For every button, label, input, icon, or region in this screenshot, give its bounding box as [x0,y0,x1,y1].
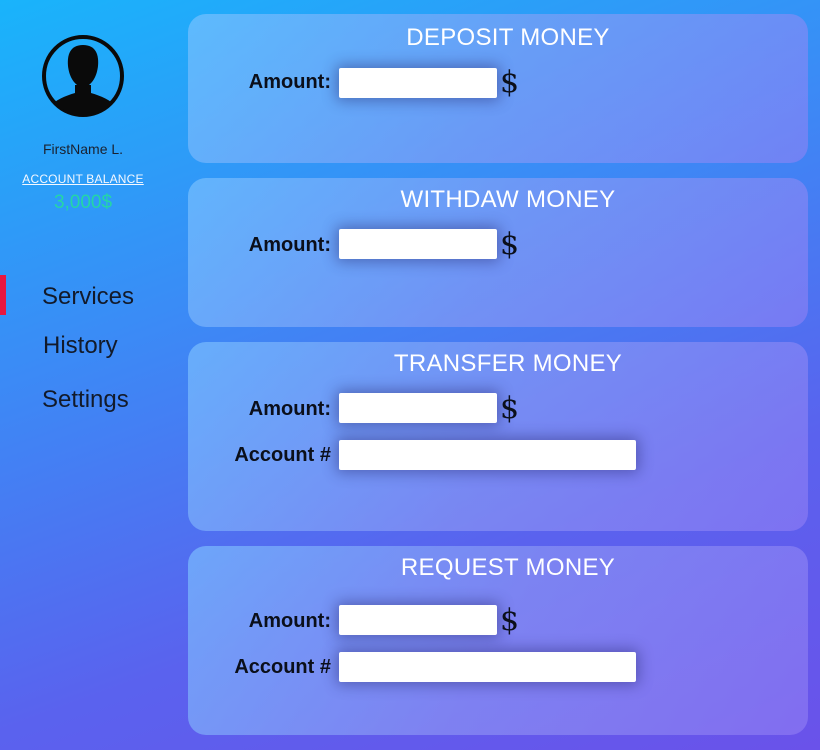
request-account-label: Account # [234,656,331,678]
deposit-amount-input[interactable] [339,68,497,98]
dollar-icon: $ [500,227,520,262]
account-balance-link[interactable]: ACCOUNT BALANCE [0,172,166,186]
transfer-title: TRANSFER MONEY [393,350,623,377]
transfer-account-input[interactable] [339,440,636,470]
withdraw-title: WITHDAW MONEY [400,186,616,213]
dollar-icon: $ [500,391,520,426]
account-balance-value: 3,000$ [53,192,113,213]
request-account-input[interactable] [339,652,636,682]
user-name: FirstName L. [42,141,124,157]
nav-active-indicator [0,275,6,315]
transfer-amount-input[interactable] [339,393,497,423]
request-title: REQUEST MONEY [400,554,616,581]
withdraw-amount-input[interactable] [339,229,497,259]
request-card: REQUEST MONEY Amount: $ Account # [188,546,808,735]
withdraw-amount-label: Amount: [248,234,331,256]
sidebar: FirstName L. ACCOUNT BALANCE 3,000$ Serv… [0,0,175,750]
transfer-account-label: Account # [234,444,331,466]
request-amount-input[interactable] [339,605,497,635]
deposit-title: DEPOSIT MONEY [406,24,610,51]
nav-item-history[interactable]: History [43,332,118,360]
nav-item-services[interactable]: Services [42,283,134,311]
request-amount-label: Amount: [248,610,331,632]
deposit-card: DEPOSIT MONEY Amount: $ [188,14,808,163]
deposit-amount-label: Amount: [248,71,331,93]
nav-item-settings[interactable]: Settings [42,386,129,414]
dollar-icon: $ [500,65,520,100]
transfer-amount-label: Amount: [248,398,331,420]
transfer-card: TRANSFER MONEY Amount: $ Account # [188,342,808,531]
dollar-icon: $ [500,603,520,638]
withdraw-card: WITHDAW MONEY Amount: $ [188,178,808,327]
user-avatar-icon[interactable] [40,33,126,119]
